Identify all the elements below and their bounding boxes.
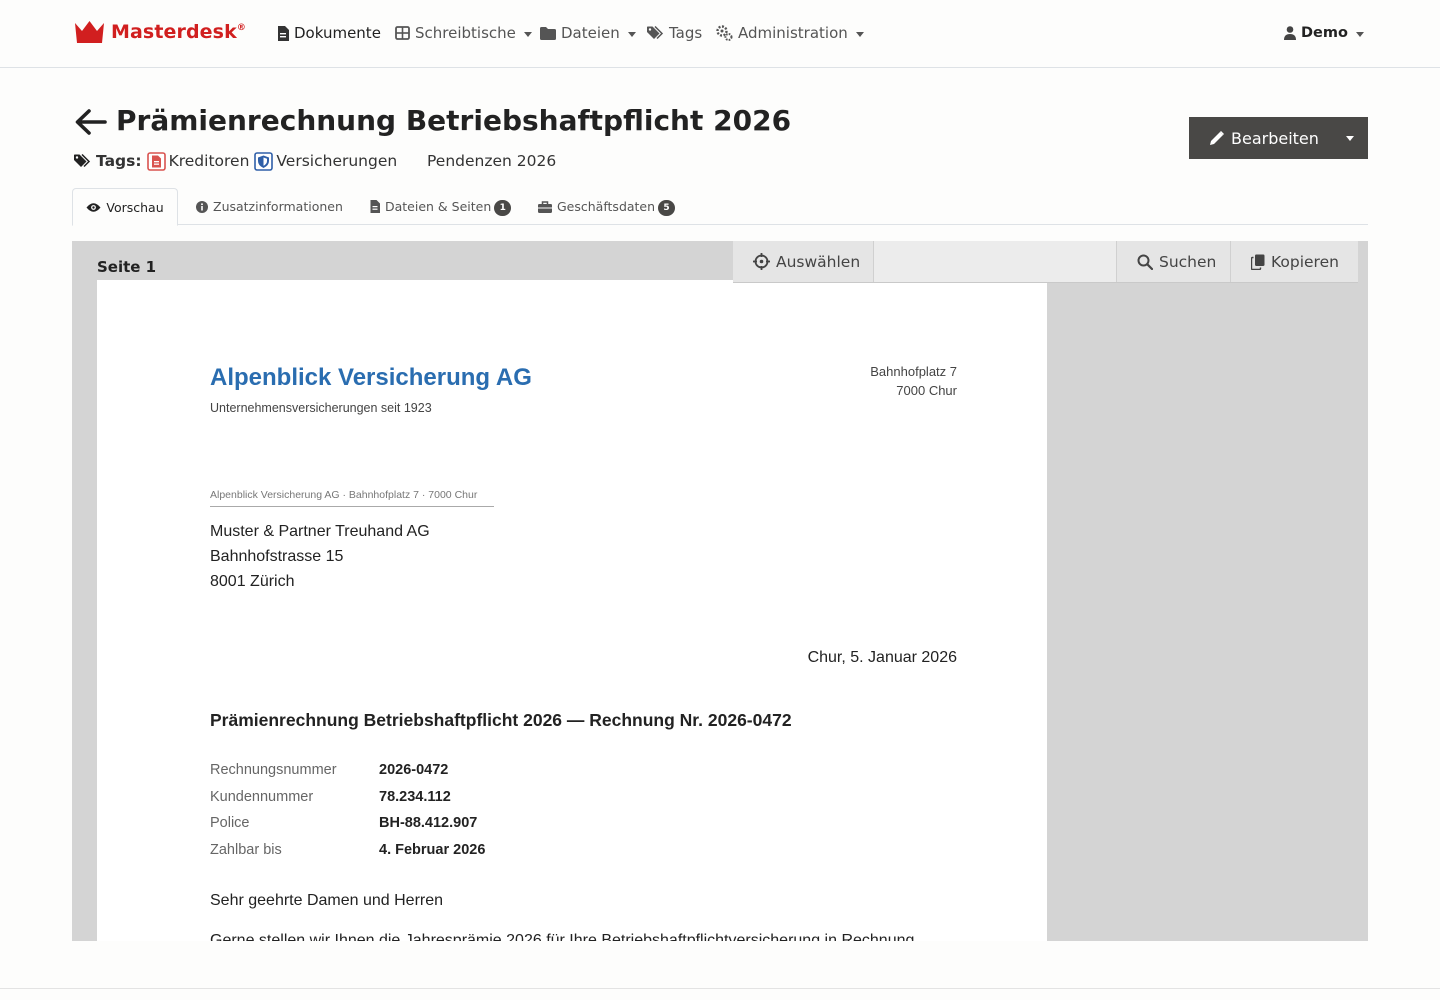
pending-label[interactable]: Pendenzen 2026 — [427, 150, 556, 172]
page-title: Prämienrechnung Betriebshaftpflicht 2026 — [116, 104, 792, 137]
edit-button[interactable]: Bearbeiten — [1189, 117, 1332, 159]
gears-icon — [716, 25, 733, 41]
search-input[interactable] — [874, 241, 1117, 282]
tab-zusatzinformationen[interactable]: Zusatzinformationen — [196, 188, 343, 225]
search-button[interactable]: Suchen — [1117, 241, 1231, 282]
top-navbar: Masterdesk® Dokumente Schreibtische Date… — [0, 0, 1440, 68]
nav-administration[interactable]: Administration — [716, 20, 864, 46]
page-label: Seite 1 — [97, 258, 157, 276]
letter-body-first-line: Gerne stellen wir Ihnen die Jahresprämie… — [210, 932, 919, 941]
desk-icon — [395, 26, 410, 40]
select-button[interactable]: Auswählen — [733, 241, 874, 282]
briefcase-icon — [538, 200, 552, 213]
tag-kreditoren[interactable]: Kreditoren — [146, 151, 249, 171]
letter-sender-address: Bahnhofplatz 7 7000 Chur — [870, 364, 957, 398]
chevron-down-icon — [855, 31, 864, 37]
copy-icon — [1251, 254, 1265, 270]
file-icon — [278, 25, 289, 41]
chevron-down-icon — [627, 31, 636, 37]
nav-dokumente[interactable]: Dokumente — [277, 20, 381, 46]
document-tabs: Vorschau Zusatzinformationen Dateien & S… — [72, 188, 1368, 226]
edit-dropdown-toggle[interactable] — [1332, 117, 1368, 159]
document-preview-viewer[interactable]: Seite 1 Alpenblick Versicherung AG Unter… — [72, 241, 1368, 941]
letter-company-tagline: Unternehmensversicherungen seit 1923 — [210, 401, 432, 415]
crown-icon — [75, 21, 104, 43]
chevron-down-icon — [1346, 135, 1354, 141]
letter-return-address: Alpenblick Versicherung AG · Bahnhofplat… — [210, 489, 494, 507]
letter-date: Chur, 5. Januar 2026 — [807, 649, 957, 666]
tab-geschaeftsdaten[interactable]: Geschäftsdaten 5 — [538, 188, 676, 225]
letter-recipient-address: Muster & Partner Treuhand AG Bahnhofstra… — [210, 523, 430, 590]
file-icon — [370, 200, 380, 213]
business-data-count-badge: 5 — [658, 200, 676, 216]
chevron-down-icon — [523, 31, 532, 37]
tab-vorschau[interactable]: Vorschau — [72, 188, 178, 226]
chevron-down-icon — [1355, 31, 1364, 37]
tags-label: Tags: — [96, 152, 142, 170]
user-icon — [1284, 26, 1296, 40]
edit-button-group: Bearbeiten — [1189, 117, 1368, 159]
files-count-badge: 1 — [494, 200, 512, 216]
pencil-icon — [1210, 131, 1224, 145]
search-icon — [1137, 254, 1153, 270]
letter-subject: Prämienrechnung Betriebshaftpflicht 2026… — [210, 710, 792, 730]
tags-row: Tags: Kreditoren Versicherungen — [74, 150, 402, 172]
invoice-icon — [146, 151, 166, 171]
tag-versicherungen[interactable]: Versicherungen — [254, 151, 397, 171]
letter-company-name: Alpenblick Versicherung AG — [210, 364, 532, 391]
document-page: Alpenblick Versicherung AG Unternehmensv… — [97, 280, 1047, 941]
tags-icon — [647, 26, 664, 40]
tab-dateien-seiten[interactable]: Dateien & Seiten 1 — [370, 188, 512, 225]
shield-icon — [254, 151, 274, 171]
tags-icon — [74, 154, 91, 168]
brand-logo[interactable]: Masterdesk® — [74, 19, 246, 45]
crosshair-icon — [753, 253, 770, 270]
info-icon — [196, 200, 208, 213]
preview-toolbar: Auswählen Suchen Kopieren — [733, 241, 1358, 283]
nav-tags[interactable]: Tags — [647, 20, 702, 46]
nav-dateien[interactable]: Dateien — [540, 20, 636, 46]
brand-name: Masterdesk® — [111, 21, 246, 43]
eye-icon — [86, 202, 101, 212]
back-arrow-icon[interactable] — [74, 108, 107, 136]
nav-schreibtische[interactable]: Schreibtische — [395, 20, 532, 46]
footer-divider — [0, 988, 1440, 989]
copy-button[interactable]: Kopieren — [1231, 241, 1358, 282]
folder-icon — [540, 26, 556, 40]
user-menu[interactable]: Demo — [1284, 20, 1364, 46]
letter-greeting: Sehr geehrte Damen und Herren — [210, 892, 444, 909]
